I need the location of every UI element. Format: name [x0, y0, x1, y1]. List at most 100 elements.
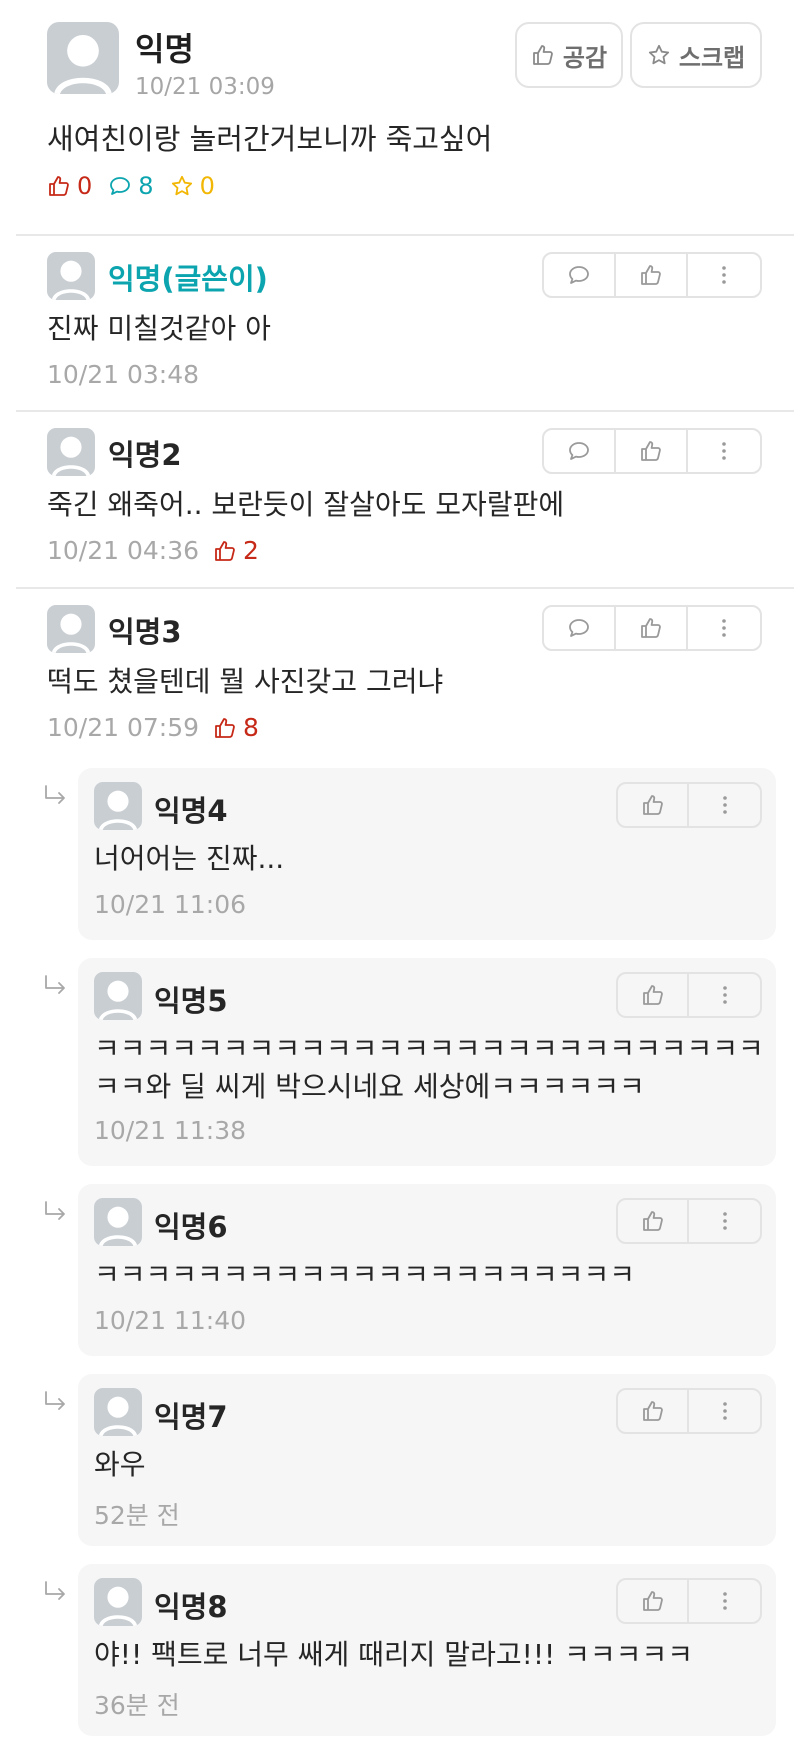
like-reply-button[interactable]	[618, 784, 690, 826]
like-article-button[interactable]: 공감	[515, 22, 623, 88]
comment-like-count: 2	[213, 536, 259, 565]
like-comment-button[interactable]	[616, 430, 688, 472]
comment-actions	[542, 605, 762, 651]
reply-time: 10/21 11:06	[94, 890, 247, 919]
reply-time: 36분 전	[94, 1691, 180, 1720]
avatar	[94, 782, 142, 830]
reply-body: 야!! 팩트로 너무 쌔게 때리지 말라고!!! ㅋㅋㅋㅋㅋ	[94, 1638, 693, 1671]
reply-author: 익명6	[154, 1210, 228, 1244]
reply-body-line: ㅋㅋ와 딜 씨게 박으시네요 세상에ㅋㅋㅋㅋㅋㅋ	[94, 1070, 645, 1103]
like-reply-button[interactable]	[618, 974, 690, 1016]
scrap-article-button[interactable]: 스크랩	[630, 22, 762, 88]
reply-meta: 10/21 11:06	[94, 890, 246, 919]
default-avatar-icon	[47, 22, 119, 94]
like-reply-button[interactable]	[618, 1580, 690, 1622]
thumbs-up-icon	[641, 983, 665, 1007]
comment-meta: 10/21 03:48	[47, 360, 199, 389]
comment-like-count: 8	[213, 713, 259, 742]
reply-meta: 10/21 11:38	[94, 1116, 246, 1145]
thumbs-up-icon	[213, 716, 237, 740]
star-icon	[647, 43, 671, 67]
star-icon	[170, 174, 194, 198]
thumbs-up-icon	[213, 539, 237, 563]
default-avatar-icon	[47, 252, 95, 300]
more-button[interactable]	[689, 784, 760, 826]
more-button[interactable]	[688, 607, 760, 649]
more-button[interactable]	[689, 1200, 760, 1242]
reply-arrow-icon	[43, 1580, 69, 1604]
thumbs-up-icon	[641, 1589, 665, 1613]
thumbs-up-icon	[531, 43, 555, 67]
reply: 익명8 야!! 팩트로 너무 쌔게 때리지 말라고!!! ㅋㅋㅋㅋㅋ 36분 전	[78, 1564, 776, 1736]
more-button[interactable]	[688, 430, 760, 472]
default-avatar-icon	[47, 605, 95, 653]
comment: 익명3 떡도 쳤을텐데 뭘 사진갖고 그러냐 10/21 07:59 8	[16, 589, 794, 759]
comment-actions	[542, 428, 762, 474]
more-button[interactable]	[689, 1390, 760, 1432]
vertical-dots-icon	[713, 1589, 737, 1613]
vertical-dots-icon	[712, 263, 736, 287]
comment-count: 8	[108, 172, 154, 200]
thumbs-up-icon	[641, 1399, 665, 1423]
avatar	[94, 972, 142, 1020]
comment-author: 익명2	[108, 438, 182, 472]
comment-like-value: 2	[243, 536, 259, 565]
reply: 익명6 ㅋㅋㅋㅋㅋㅋㅋㅋㅋㅋㅋㅋㅋㅋㅋㅋㅋㅋㅋㅋㅋ 10/21 11:40	[78, 1184, 776, 1356]
reply-button[interactable]	[544, 254, 616, 296]
reply-body-line: ㅋㅋㅋㅋㅋㅋㅋㅋㅋㅋㅋㅋㅋㅋㅋㅋㅋㅋㅋㅋㅋㅋㅋㅋㅋㅋ	[94, 1032, 764, 1065]
more-button[interactable]	[689, 1580, 760, 1622]
reply-actions	[616, 1388, 762, 1434]
speech-bubble-icon	[567, 263, 591, 287]
thumbs-up-icon	[47, 174, 71, 198]
avatar	[94, 1388, 142, 1436]
speech-bubble-icon	[567, 439, 591, 463]
comment-like-value: 8	[243, 713, 259, 742]
reply-author: 익명5	[154, 984, 228, 1018]
reply-meta: 52분 전	[94, 1496, 180, 1532]
vertical-dots-icon	[713, 793, 737, 817]
default-avatar-icon	[47, 428, 95, 476]
reply-author: 익명4	[154, 794, 228, 828]
comment-body: 죽긴 왜죽어.. 보란듯이 잘살아도 모자랄판에	[47, 488, 565, 521]
like-comment-button[interactable]	[616, 607, 688, 649]
reply-button[interactable]	[544, 430, 616, 472]
like-reply-button[interactable]	[618, 1390, 690, 1432]
reply: 익명7 와우 52분 전	[78, 1374, 776, 1546]
reply: 익명5 ㅋㅋㅋㅋㅋㅋㅋㅋㅋㅋㅋㅋㅋㅋㅋㅋㅋㅋㅋㅋㅋㅋㅋㅋㅋㅋ ㅋㅋ와 딜 씨게 …	[78, 958, 776, 1166]
reply-time: 52분 전	[94, 1501, 180, 1530]
article-author: 익명	[135, 30, 194, 68]
vertical-dots-icon	[712, 616, 736, 640]
like-comment-button[interactable]	[616, 254, 688, 296]
comment-time: 10/21 03:48	[47, 360, 200, 389]
reply-button[interactable]	[544, 607, 616, 649]
more-button[interactable]	[689, 974, 760, 1016]
thumbs-up-icon	[639, 263, 663, 287]
thumbs-up-icon	[639, 616, 663, 640]
comment-actions	[542, 252, 762, 298]
reply-arrow-icon	[43, 1200, 69, 1224]
reply-meta: 36분 전	[94, 1686, 180, 1722]
like-reply-button[interactable]	[618, 1200, 690, 1242]
speech-bubble-icon	[108, 174, 132, 198]
comment-time: 10/21 07:59	[47, 713, 200, 742]
reply-time: 10/21 11:40	[94, 1306, 247, 1335]
reply-arrow-icon	[43, 784, 69, 808]
comment-author: 익명3	[108, 615, 182, 649]
comment: 익명2 죽긴 왜죽어.. 보란듯이 잘살아도 모자랄판에 10/21 04:36…	[16, 412, 794, 589]
reply-actions	[616, 1578, 762, 1624]
default-avatar-icon	[94, 1198, 142, 1246]
reply-arrow-icon	[43, 974, 69, 998]
reply-body: ㅋㅋㅋㅋㅋㅋㅋㅋㅋㅋㅋㅋㅋㅋㅋㅋㅋㅋㅋㅋㅋ	[94, 1258, 635, 1291]
reply-body: 너어어는 진짜...	[94, 842, 285, 875]
scrap-count: 0	[170, 172, 215, 200]
comment-author: 익명(글쓴이)	[108, 262, 268, 296]
vertical-dots-icon	[713, 1399, 737, 1423]
reply-meta: 10/21 11:40	[94, 1306, 246, 1335]
reply-author: 익명7	[154, 1400, 228, 1434]
default-avatar-icon	[94, 972, 142, 1020]
avatar	[47, 605, 95, 653]
article-body: 새여친이랑 놀러간거보니까 죽고싶어	[47, 122, 493, 156]
avatar	[94, 1198, 142, 1246]
reply-author: 익명8	[154, 1590, 228, 1624]
more-button[interactable]	[688, 254, 760, 296]
